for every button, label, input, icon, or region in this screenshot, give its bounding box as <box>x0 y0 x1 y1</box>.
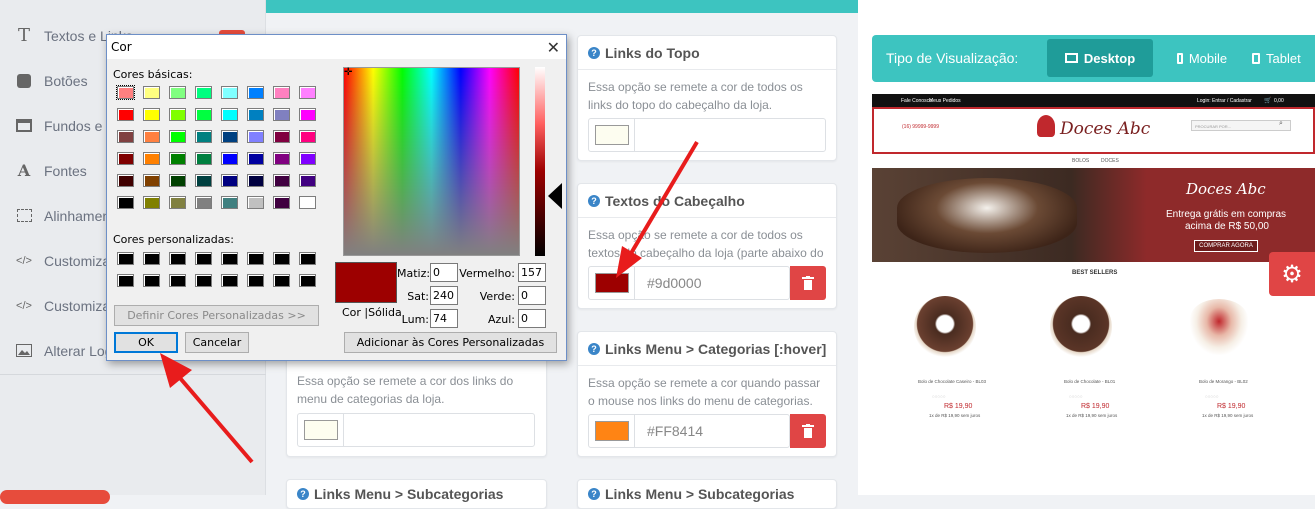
arrow-to-swatch <box>628 140 699 257</box>
arrow-head <box>616 246 642 278</box>
arrow-head <box>160 353 192 388</box>
annotation-arrows <box>160 140 699 464</box>
arrow-to-ok <box>178 376 254 464</box>
